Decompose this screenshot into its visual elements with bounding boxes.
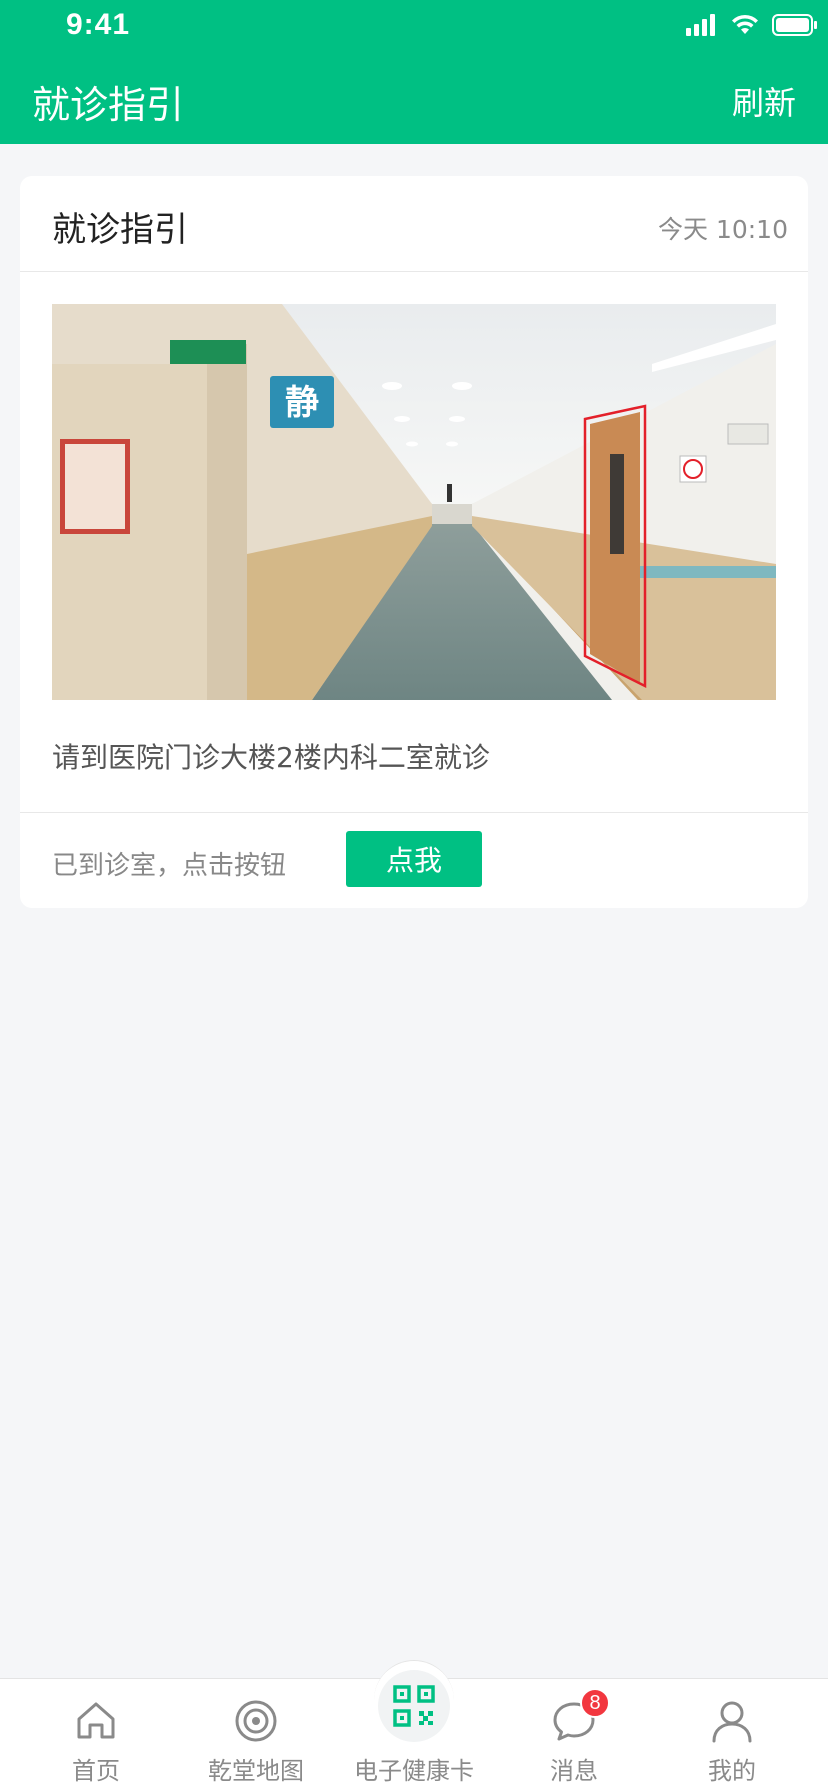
signal-icon bbox=[686, 14, 715, 36]
hallway-photo: 静 bbox=[52, 304, 776, 700]
qr-code-icon bbox=[393, 1685, 435, 1727]
battery-icon bbox=[772, 14, 817, 36]
message-badge: 8 bbox=[580, 1688, 610, 1718]
card-timestamp: 今天 10:10 bbox=[658, 215, 788, 244]
map-target-icon bbox=[235, 1700, 277, 1742]
user-icon bbox=[712, 1701, 752, 1743]
qr-code-button[interactable] bbox=[378, 1670, 450, 1742]
tab-home[interactable]: 首页 bbox=[16, 1679, 176, 1792]
arrival-confirm-button[interactable]: 点我 bbox=[346, 831, 482, 887]
card-footer: 已到诊室，点击按钮 点我 bbox=[20, 812, 808, 908]
tab-label-profile: 我的 bbox=[708, 1757, 756, 1785]
tab-label-home: 首页 bbox=[72, 1757, 120, 1785]
card-title: 就诊指引 bbox=[52, 210, 188, 250]
tab-messages[interactable]: 消息 bbox=[494, 1679, 654, 1792]
navbar: 就诊指引 刷新 bbox=[0, 68, 828, 130]
status-bar: 9:41 bbox=[0, 0, 828, 52]
guide-text: 请到医院门诊大楼2楼内科二室就诊 bbox=[52, 741, 490, 774]
app-header: 9:41 就诊指引 刷新 bbox=[0, 0, 828, 144]
tab-profile[interactable]: 我的 bbox=[652, 1679, 812, 1792]
guide-card: 就诊指引 今天 10:10 静 请到医院门诊大楼2楼内科二室就诊 已到诊室，点击… bbox=[20, 176, 808, 908]
card-header: 就诊指引 今天 10:10 bbox=[20, 176, 808, 272]
home-icon bbox=[77, 1702, 115, 1739]
arrival-hint: 已到诊室，点击按钮 bbox=[52, 851, 287, 881]
page-title: 就诊指引 bbox=[32, 83, 185, 127]
tab-label-health-card: 电子健康卡 bbox=[354, 1757, 474, 1785]
tab-label-messages: 消息 bbox=[550, 1757, 598, 1785]
status-time: 9:41 bbox=[66, 8, 131, 41]
refresh-button[interactable]: 刷新 bbox=[732, 78, 796, 124]
quiet-sign-text: 静 bbox=[285, 383, 319, 423]
tab-map[interactable]: 乾堂地图 bbox=[176, 1679, 336, 1792]
wifi-icon bbox=[732, 14, 758, 34]
tab-label-map: 乾堂地图 bbox=[208, 1757, 304, 1785]
status-icons bbox=[686, 12, 818, 38]
